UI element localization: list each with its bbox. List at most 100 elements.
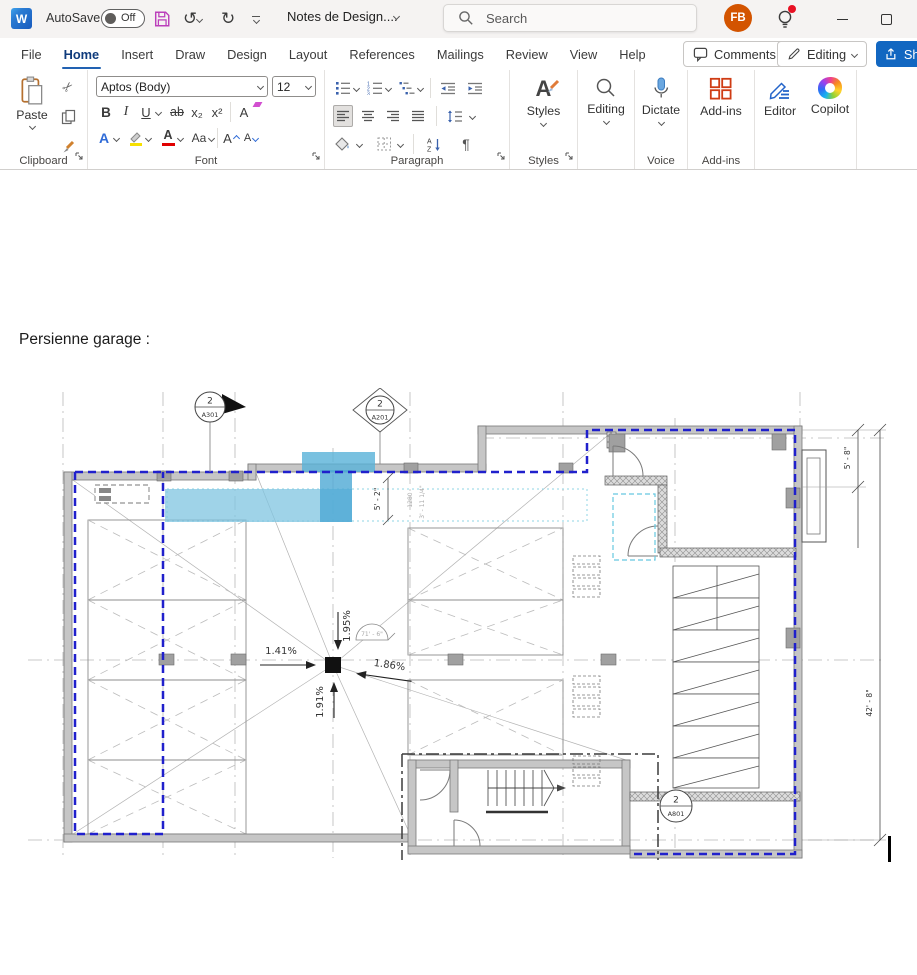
tab-home[interactable]: Home xyxy=(53,38,111,70)
copy-button[interactable] xyxy=(58,106,78,128)
sort-button[interactable]: A Z xyxy=(424,133,444,155)
editor-copilot-group: Editor Copilot xyxy=(755,70,857,169)
multilevel-list-button[interactable] xyxy=(397,77,417,99)
editor-button[interactable]: Editor xyxy=(755,70,805,169)
copilot-button[interactable]: Copilot xyxy=(805,70,855,169)
numbering-chevron-icon[interactable] xyxy=(385,84,392,91)
font-color-button[interactable]: A xyxy=(158,127,178,149)
change-case-chevron-icon[interactable] xyxy=(208,134,215,141)
highlight-button[interactable] xyxy=(126,127,146,149)
styles-dialog-launcher[interactable] xyxy=(564,148,574,166)
sort-icon: A Z xyxy=(426,137,442,152)
tab-draw[interactable]: Draw xyxy=(164,38,216,70)
maximize-icon xyxy=(881,14,892,25)
editing-button[interactable]: Editing xyxy=(578,70,634,124)
underline-button[interactable]: U xyxy=(136,101,156,123)
tab-review[interactable]: Review xyxy=(495,38,559,70)
multilevel-chevron-icon[interactable] xyxy=(417,84,424,91)
grow-font-button[interactable]: A xyxy=(221,127,241,149)
shading-button[interactable] xyxy=(333,133,353,155)
decrease-indent-button[interactable] xyxy=(438,77,458,99)
editing-mode-button[interactable]: Editing xyxy=(777,41,867,67)
autosave-toggle[interactable]: Off xyxy=(101,9,145,28)
strikethrough-button[interactable]: ab xyxy=(167,101,187,123)
bullets-chevron-icon[interactable] xyxy=(353,84,360,91)
comment-icon xyxy=(693,47,708,62)
borders-chevron-icon[interactable] xyxy=(397,140,404,147)
superscript-button[interactable]: x² xyxy=(207,101,227,123)
document-title[interactable]: Notes de Design.... xyxy=(287,9,398,24)
multilevel-list-icon xyxy=(399,81,415,95)
font-name-combo[interactable]: Aptos (Body) xyxy=(96,76,268,97)
chevron-down-icon xyxy=(851,50,858,57)
shading-chevron-icon[interactable] xyxy=(356,140,363,147)
undo-button[interactable]: ↺ xyxy=(183,6,202,32)
whats-new-button[interactable] xyxy=(775,8,795,35)
font-color-chevron-icon[interactable] xyxy=(177,134,184,141)
drain xyxy=(325,657,341,673)
editor-pencil-icon xyxy=(768,77,792,101)
justify-button[interactable] xyxy=(408,105,428,127)
align-center-button[interactable] xyxy=(358,105,378,127)
styles-button[interactable]: A Styles xyxy=(510,70,577,126)
ribbon: Paste ✂ Clipboard xyxy=(0,70,917,170)
clipboard-dialog-launcher[interactable] xyxy=(74,148,84,166)
line-spacing-chevron-icon[interactable] xyxy=(469,112,476,119)
text-effects-chevron-icon[interactable] xyxy=(113,134,120,141)
addins-button[interactable]: Add-ins xyxy=(688,70,754,118)
italic-button[interactable]: I xyxy=(116,101,136,123)
text-effects-button[interactable]: A xyxy=(94,127,114,149)
shrink-font-button[interactable]: A xyxy=(241,127,261,149)
tab-design[interactable]: Design xyxy=(216,38,278,70)
tab-file[interactable]: File xyxy=(10,38,53,70)
quick-access-more-button[interactable] xyxy=(252,6,260,32)
search-input[interactable]: Search xyxy=(443,4,697,32)
save-button[interactable] xyxy=(153,6,171,32)
tab-mailings[interactable]: Mailings xyxy=(426,38,495,70)
align-right-button[interactable] xyxy=(383,105,403,127)
font-dialog-launcher[interactable] xyxy=(311,148,321,166)
copilot-label: Copilot xyxy=(811,102,849,116)
paste-button[interactable]: Paste xyxy=(10,76,54,148)
subscript-button[interactable]: x₂ xyxy=(187,101,207,123)
paragraph-dialog-launcher[interactable] xyxy=(496,148,506,166)
underline-chevron-icon[interactable] xyxy=(155,108,162,115)
font-size-combo[interactable]: 12 xyxy=(272,76,316,97)
document-canvas[interactable]: Persienne garage : xyxy=(0,170,917,975)
tab-layout[interactable]: Layout xyxy=(278,38,338,70)
clipboard-group: Paste ✂ Clipboard xyxy=(0,70,88,169)
bullets-button[interactable] xyxy=(333,77,353,99)
cut-button[interactable]: ✂ xyxy=(58,76,78,98)
line-spacing-button[interactable] xyxy=(445,105,465,127)
comments-button[interactable]: Comments xyxy=(683,41,786,67)
dictate-button[interactable]: Dictate xyxy=(635,70,687,125)
svg-text:5' - 8": 5' - 8" xyxy=(843,447,852,470)
ribbon-tab-row: File Home Insert Draw Design Layout Refe… xyxy=(0,38,917,70)
ribbon-tabs: File Home Insert Draw Design Layout Refe… xyxy=(10,38,657,70)
clear-formatting-button[interactable]: A xyxy=(234,101,254,123)
bike-racks xyxy=(573,556,600,786)
numbering-button[interactable]: 1 2 3 xyxy=(365,77,385,99)
tab-references[interactable]: References xyxy=(338,38,425,70)
show-hide-pilcrow-button[interactable]: ¶ xyxy=(456,133,476,155)
bold-button[interactable]: B xyxy=(96,101,116,123)
increase-indent-button[interactable] xyxy=(465,77,485,99)
styles-chevron-icon xyxy=(540,120,547,127)
maximize-button[interactable] xyxy=(864,0,908,38)
change-case-button[interactable]: Aa xyxy=(189,127,209,149)
dialog-launcher-icon xyxy=(564,151,574,161)
tab-view[interactable]: View xyxy=(559,38,609,70)
redo-button[interactable]: ↻ xyxy=(221,6,235,32)
tab-help[interactable]: Help xyxy=(608,38,656,70)
floor-plan-figure[interactable]: 1.41% 1.86% 1.95% 1.91% 71' - 6" xyxy=(20,388,890,862)
minimize-button[interactable] xyxy=(820,0,864,38)
share-button[interactable]: Share xyxy=(876,41,917,67)
word-app-icon[interactable]: W xyxy=(11,8,32,29)
align-left-button[interactable] xyxy=(333,105,353,127)
borders-button[interactable] xyxy=(374,133,394,155)
borders-icon xyxy=(377,137,392,151)
highlight-chevron-icon[interactable] xyxy=(145,134,152,141)
avatar[interactable]: FB xyxy=(724,4,752,32)
editor-label: Editor xyxy=(764,104,796,118)
tab-insert[interactable]: Insert xyxy=(110,38,164,70)
